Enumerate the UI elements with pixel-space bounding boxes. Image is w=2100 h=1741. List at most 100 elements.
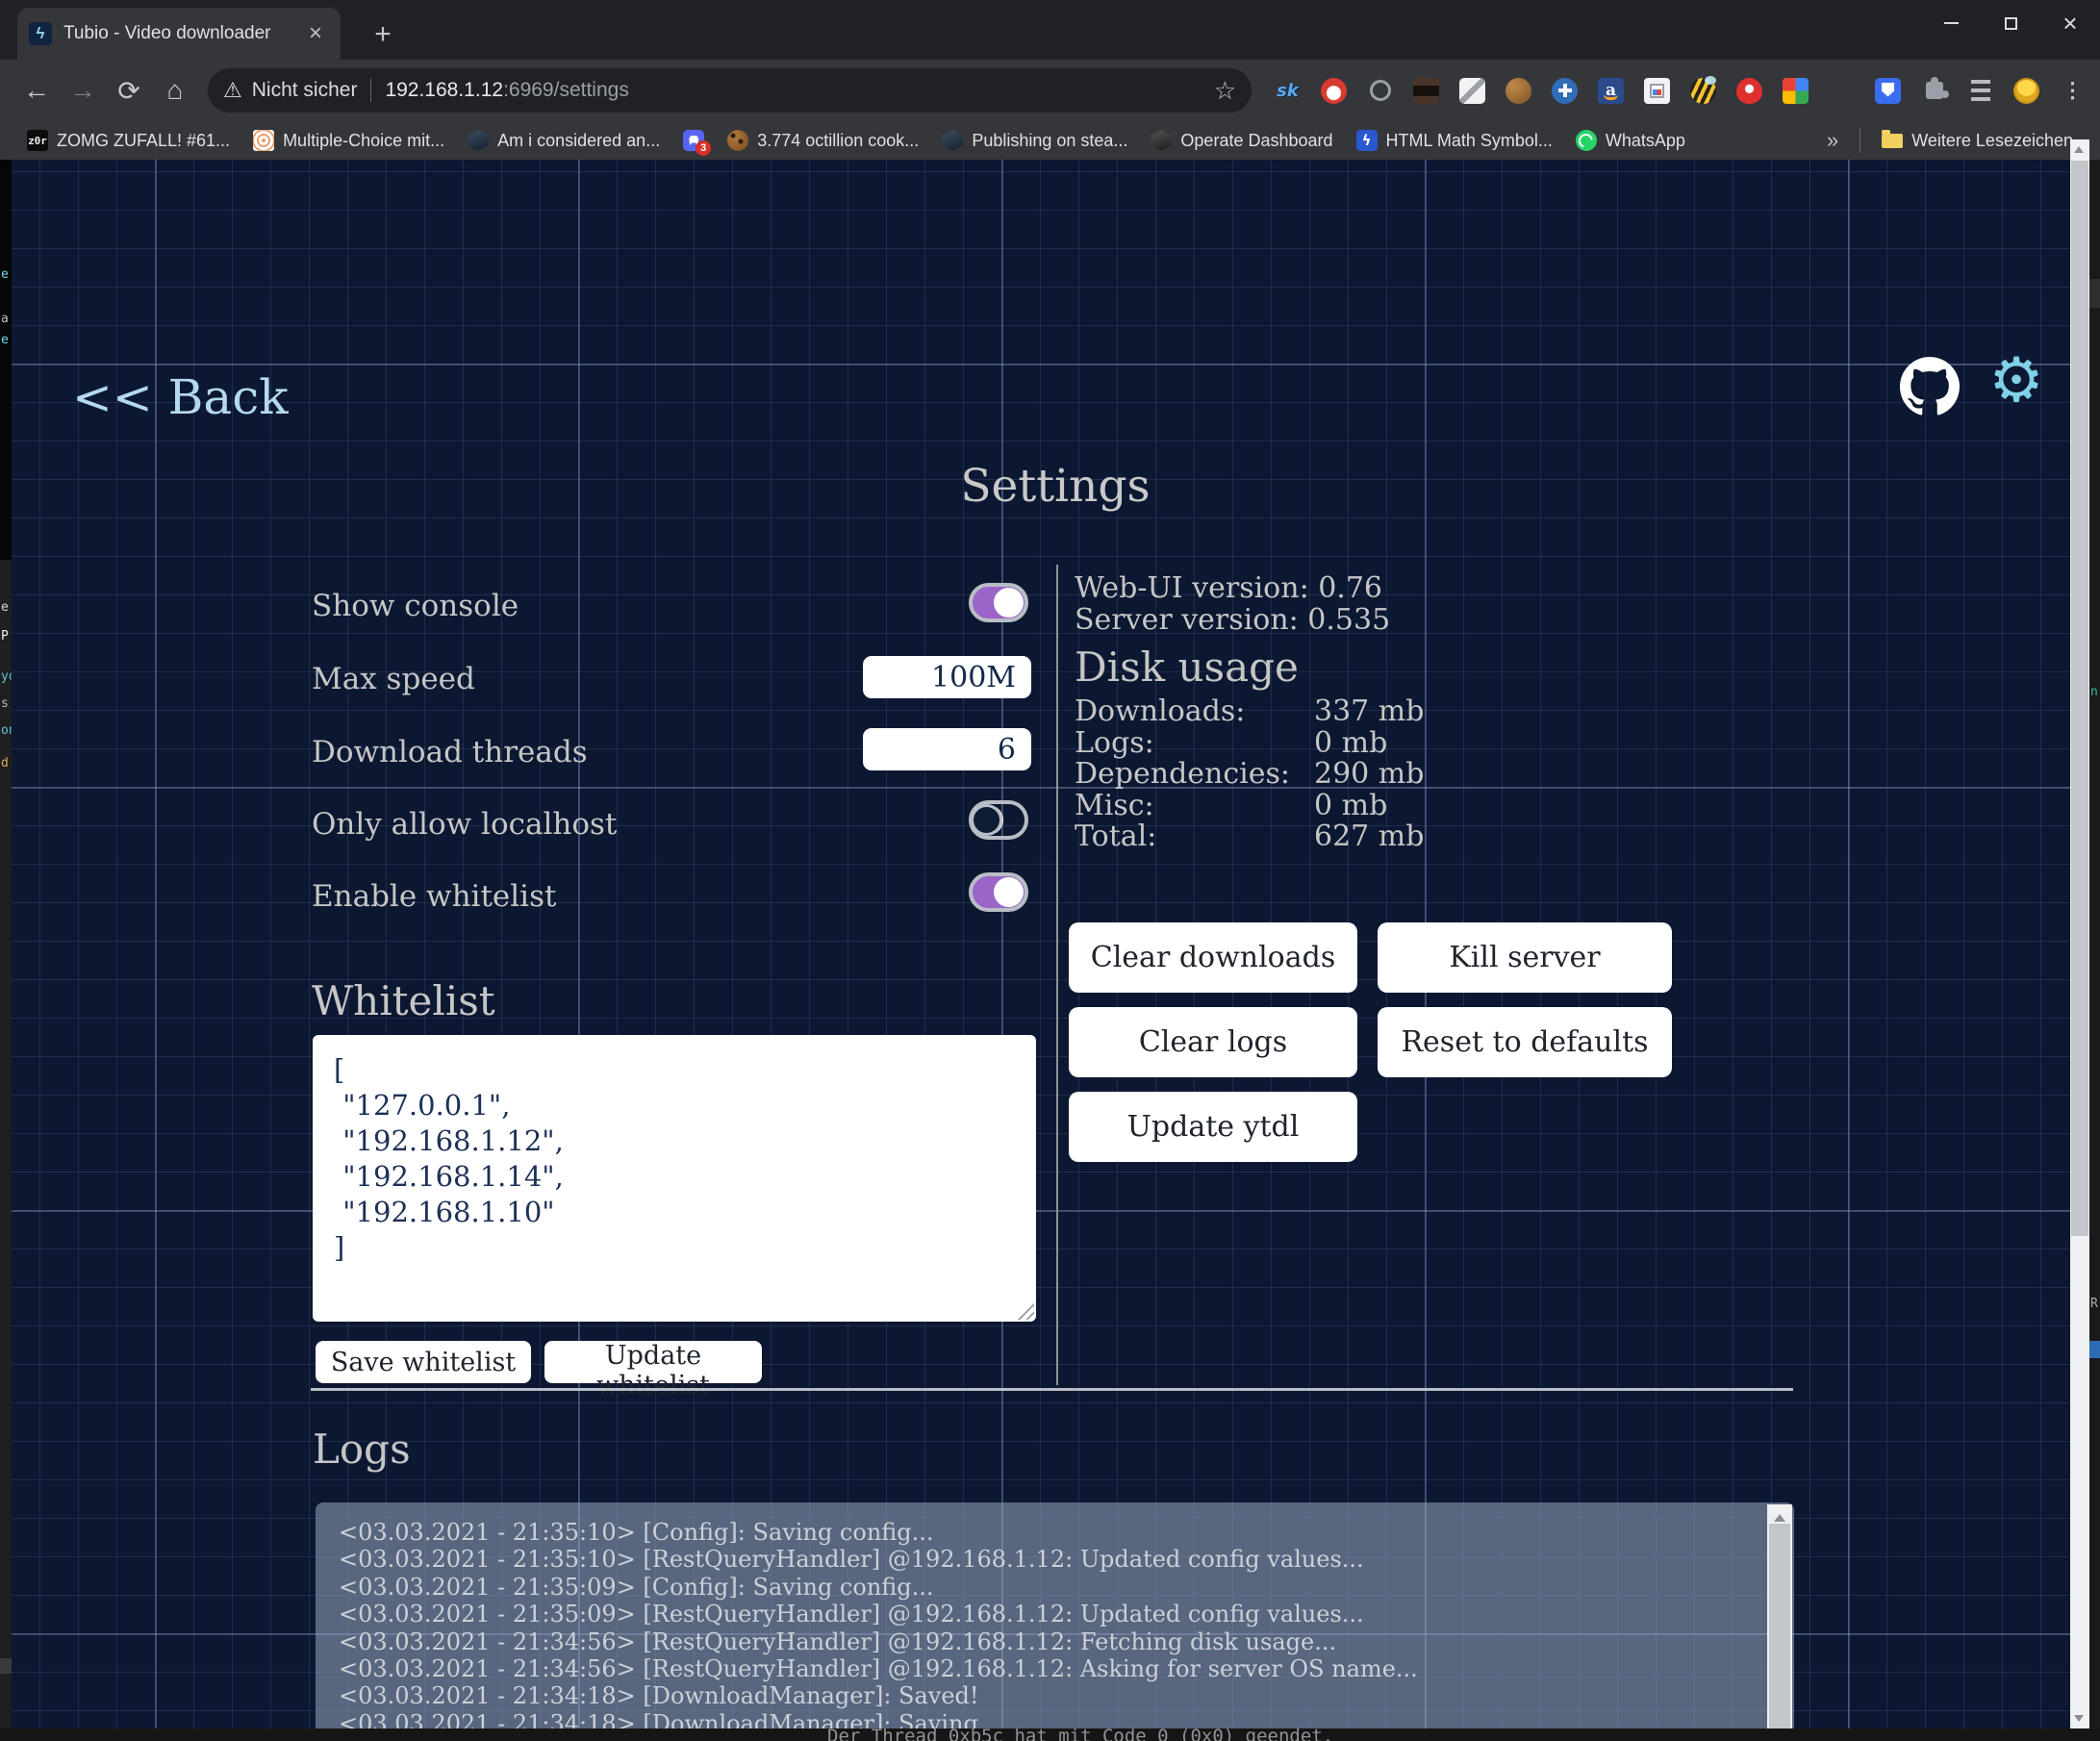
log-scrollbar-thumb[interactable] bbox=[1769, 1524, 1790, 1741]
bookmark-label: Weitere Lesezeichen bbox=[1911, 131, 2073, 151]
clear-logs-button[interactable]: Clear logs bbox=[1069, 1007, 1357, 1077]
syringe-extension-icon[interactable] bbox=[1829, 78, 1855, 104]
coins-extension-icon[interactable] bbox=[2013, 78, 2039, 104]
puzzle-icon bbox=[1926, 82, 1943, 99]
knife-extension-icon[interactable] bbox=[1459, 78, 1485, 104]
settings-gear-icon[interactable]: ⚙ bbox=[1982, 346, 2051, 416]
back-icon[interactable]: ← bbox=[13, 67, 60, 114]
disk-row-value: 0 mb bbox=[1314, 789, 1387, 822]
tubio-favicon-icon: ϟ bbox=[29, 22, 52, 45]
ring-extension-icon[interactable] bbox=[1367, 78, 1393, 104]
section-divider bbox=[311, 1388, 1793, 1391]
bookmark-label: WhatsApp bbox=[1606, 131, 1685, 151]
whitelist-textarea[interactable]: [ "127.0.0.1", "192.168.1.12", "192.168.… bbox=[313, 1035, 1036, 1322]
bookmark-star-icon[interactable]: ☆ bbox=[1214, 76, 1236, 106]
disk-usage-heading: Disk usage bbox=[1075, 643, 1299, 691]
scroll-down-icon[interactable] bbox=[2074, 1715, 2084, 1727]
bookmark-whatsapp[interactable]: WhatsApp bbox=[1568, 127, 1693, 154]
stop-hand-extension-icon[interactable] bbox=[1321, 78, 1347, 104]
log-lines: <03.03.2021 - 21:35:10> [Config]: Saving… bbox=[339, 1519, 1756, 1741]
cookie-extension-icon[interactable] bbox=[1505, 78, 1531, 104]
only-localhost-toggle[interactable] bbox=[969, 800, 1028, 840]
disk-row-value: 290 mb bbox=[1314, 757, 1424, 791]
bookmark-operate-dashboard[interactable]: Operate Dashboard bbox=[1143, 127, 1340, 154]
bookmark-am-i-considered[interactable]: Am i considered an... bbox=[460, 127, 668, 154]
bookmark-html-math[interactable]: ϟ HTML Math Symbol... bbox=[1349, 127, 1560, 154]
clear-downloads-button[interactable]: Clear downloads bbox=[1069, 922, 1357, 993]
scroll-up-icon[interactable] bbox=[2074, 141, 2084, 153]
update-ytdl-button[interactable]: Update ytdl bbox=[1069, 1092, 1357, 1162]
enable-whitelist-toggle[interactable] bbox=[969, 872, 1028, 912]
other-bookmarks-folder[interactable]: Weitere Lesezeichen bbox=[1874, 128, 2081, 154]
sk-extension-icon[interactable]: sk bbox=[1275, 78, 1301, 104]
math-favicon: ϟ bbox=[1356, 130, 1378, 151]
puzzle-extensions-menu-icon[interactable] bbox=[1921, 78, 1947, 104]
log-output[interactable]: <03.03.2021 - 21:35:10> [Config]: Saving… bbox=[316, 1502, 1794, 1741]
bookmark-publishing-steam[interactable]: Publishing on stea... bbox=[934, 127, 1135, 154]
bookmark-label: Multiple-Choice mit... bbox=[283, 131, 444, 151]
background-editor-strip: e a e e P yo s on d bbox=[0, 160, 12, 1741]
blue-shield-extension-icon[interactable] bbox=[1875, 78, 1901, 104]
blue-plus-extension-icon[interactable] bbox=[1552, 78, 1578, 104]
kill-server-button[interactable]: Kill server bbox=[1378, 922, 1672, 993]
bookmark-multiple-choice[interactable]: Multiple-Choice mit... bbox=[245, 127, 452, 154]
z0r-favicon: z0r bbox=[27, 130, 48, 151]
max-speed-input[interactable] bbox=[863, 656, 1031, 698]
security-label: Nicht sicher bbox=[252, 79, 358, 102]
webui-version: Web-UI version: 0.76 bbox=[1075, 571, 1382, 605]
log-line: <03.03.2021 - 21:35:10> [Config]: Saving… bbox=[339, 1519, 1756, 1546]
ring-icon bbox=[1370, 80, 1391, 101]
minimize-icon bbox=[1944, 22, 1959, 24]
url-host: 192.168.1.12 bbox=[385, 79, 503, 102]
disk-row-label: Dependencies: bbox=[1075, 757, 1290, 791]
log-line: <03.03.2021 - 21:34:56> [RestQueryHandle… bbox=[339, 1655, 1756, 1682]
update-whitelist-button[interactable]: Update whitelist bbox=[544, 1341, 762, 1383]
code-fragment: e bbox=[1, 333, 9, 347]
code-fragment: n bbox=[2090, 685, 2098, 699]
mask-extension-icon[interactable] bbox=[1413, 78, 1439, 104]
page-scrollbar[interactable] bbox=[2070, 139, 2089, 1728]
background-window-dark bbox=[0, 160, 12, 560]
url-path: :6969/settings bbox=[503, 79, 629, 102]
window-maximize-button[interactable] bbox=[1981, 0, 2040, 46]
download-threads-input[interactable] bbox=[863, 728, 1031, 770]
reload-icon[interactable]: ⟳ bbox=[106, 67, 152, 114]
bookmark-discord[interactable]: 3 bbox=[675, 127, 712, 154]
home-icon[interactable]: ⌂ bbox=[152, 67, 198, 114]
amazon-extension-icon[interactable]: a bbox=[1598, 78, 1624, 104]
bookmark-octillion-cookies[interactable]: 3.774 octillion cook... bbox=[720, 127, 926, 154]
screen: ϟ Tubio - Video downloader × + × ← → ⟳ ⌂… bbox=[0, 0, 2100, 1741]
security-warning-icon[interactable]: ⚠ bbox=[223, 78, 242, 103]
window-close-button[interactable]: × bbox=[2040, 0, 2100, 46]
photos-extension-icon[interactable] bbox=[1644, 78, 1670, 104]
bookmark-zomg[interactable]: z0r ZOMG ZUFALL! #61... bbox=[19, 127, 238, 154]
cookie-favicon bbox=[727, 130, 748, 151]
page-scrollbar-thumb[interactable] bbox=[2071, 161, 2088, 1236]
scroll-up-icon[interactable] bbox=[1774, 1508, 1785, 1522]
bee-extension-icon[interactable] bbox=[1690, 78, 1716, 104]
browser-menu-icon[interactable]: ⋮ bbox=[2060, 78, 2086, 104]
log-scrollbar[interactable] bbox=[1767, 1504, 1792, 1741]
address-bar[interactable]: ⚠ Nicht sicher 192.168.1.12 :6969/settin… bbox=[208, 68, 1252, 113]
enable-whitelist-label: Enable whitelist bbox=[312, 879, 556, 914]
show-console-toggle[interactable] bbox=[969, 583, 1028, 622]
google-extension-icon[interactable] bbox=[1783, 78, 1809, 104]
back-link[interactable]: << Back bbox=[72, 369, 289, 425]
reset-defaults-button[interactable]: Reset to defaults bbox=[1378, 1007, 1672, 1077]
browser-tab[interactable]: ϟ Tubio - Video downloader × bbox=[17, 8, 341, 60]
playlist-extension-icon[interactable] bbox=[1967, 78, 1993, 104]
window-minimize-button[interactable] bbox=[1921, 0, 1981, 46]
github-icon[interactable] bbox=[1900, 357, 1960, 416]
log-line: <03.03.2021 - 21:35:10> [RestQueryHandle… bbox=[339, 1546, 1756, 1573]
tab-close-icon[interactable]: × bbox=[302, 20, 329, 47]
background-right-strip: n R bbox=[2089, 160, 2100, 1741]
disk-row-value: 627 mb bbox=[1314, 820, 1424, 853]
disk-usage-row: Logs: 0 mb bbox=[1075, 726, 1536, 758]
code-fragment: on bbox=[1, 723, 12, 738]
window-controls: × bbox=[1921, 0, 2100, 46]
bookmarks-overflow-icon[interactable]: » bbox=[1819, 128, 1846, 153]
red-pin-extension-icon[interactable] bbox=[1736, 78, 1762, 104]
new-tab-button[interactable]: + bbox=[364, 15, 402, 54]
save-whitelist-button[interactable]: Save whitelist bbox=[316, 1341, 531, 1383]
forward-icon[interactable]: → bbox=[60, 67, 106, 114]
